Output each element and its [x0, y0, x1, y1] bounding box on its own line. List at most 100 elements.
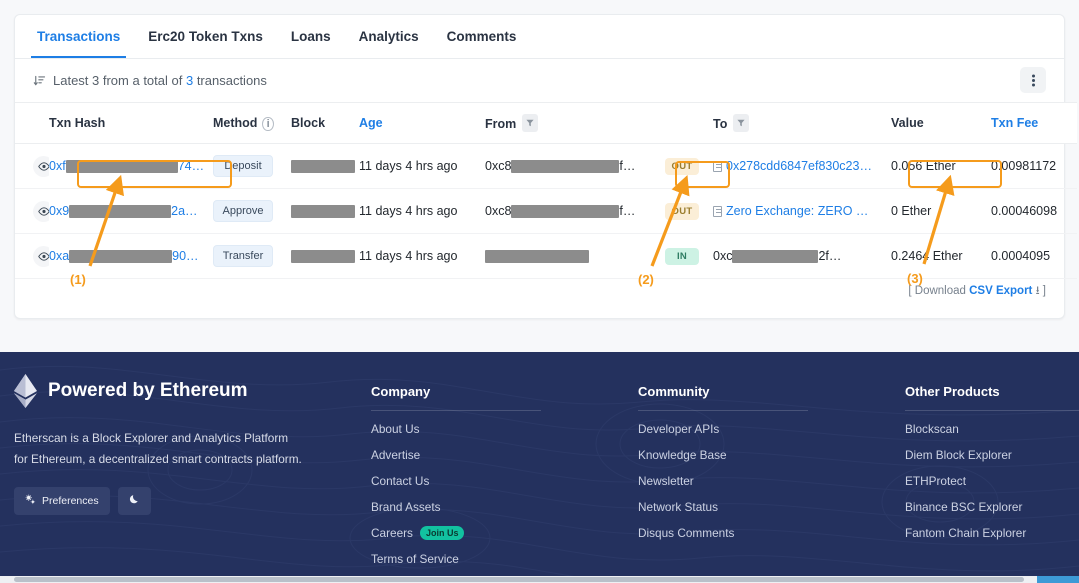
redacted-block — [485, 250, 589, 264]
txn-hash-suffix[interactable]: 90… — [172, 249, 198, 263]
method-cell: Deposit — [213, 143, 291, 189]
column-header-value: Value — [891, 102, 991, 144]
footer-link[interactable]: Contact Us — [371, 468, 541, 494]
footer-link[interactable]: Developer APIs — [638, 416, 808, 442]
redacted-block — [69, 205, 172, 219]
eye-icon[interactable] — [33, 245, 49, 267]
footer-link-label: Knowledge Base — [638, 448, 727, 462]
download-prefix: Download — [914, 285, 970, 297]
footer-column-title: Community — [638, 384, 808, 411]
txn-hash-cell[interactable]: 0xa 90… — [49, 233, 213, 279]
tab-transactions[interactable]: Transactions — [23, 17, 134, 58]
txn-hash-prefix[interactable]: 0xf — [49, 159, 66, 173]
to-address-text[interactable]: 0x278cdd6847ef830c23… — [726, 159, 872, 173]
filter-icon[interactable] — [522, 114, 539, 132]
footer-link-label: Contact Us — [371, 474, 430, 488]
footer-link[interactable]: About Us — [371, 416, 541, 442]
tab-loans[interactable]: Loans — [277, 17, 345, 57]
column-header-from: From — [485, 102, 665, 144]
direction-cell: OUT — [665, 188, 713, 234]
from-prefix: 0xc8 — [485, 203, 512, 218]
method-cell: Approve — [213, 188, 291, 234]
redacted-block — [65, 160, 178, 174]
direction-badge: OUT — [665, 157, 699, 175]
kebab-menu-icon[interactable] — [1020, 67, 1046, 93]
footer-link[interactable]: Disqus Comments — [638, 520, 808, 546]
column-header-label: From — [485, 117, 517, 131]
txn-fee-cell: 0.00046098 — [991, 188, 1077, 234]
footer-link[interactable]: Network Status — [638, 494, 808, 520]
horizontal-scrollbar[interactable] — [0, 576, 1079, 583]
txn-hash-cell[interactable]: 0xf 74… — [49, 143, 213, 189]
from-prefix: 0xc8 — [485, 158, 512, 173]
age-cell: 11 days 4 hrs ago — [359, 233, 485, 279]
redacted-block — [291, 205, 355, 219]
footer-link-label: Careers — [371, 526, 413, 540]
footer-link-label: Blockscan — [905, 422, 959, 436]
eye-icon[interactable] — [33, 200, 49, 222]
to-address-cell[interactable]: Zero Exchange: ZERO … — [713, 188, 891, 234]
direction-badge: OUT — [665, 202, 699, 220]
method-badge[interactable]: Transfer — [213, 245, 273, 267]
from-suffix: f… — [619, 158, 636, 173]
method-badge[interactable]: Approve — [213, 200, 273, 222]
footer-link[interactable]: Terms of Service — [371, 546, 541, 572]
txn-hash-suffix[interactable]: 74… — [178, 159, 204, 173]
to-address-text[interactable]: Zero Exchange: ZERO … — [726, 204, 868, 218]
sort-descending-icon — [33, 74, 46, 87]
txn-hash-prefix[interactable]: 0x9 — [49, 204, 69, 218]
redacted-block — [511, 160, 620, 174]
transactions-table: Txn Hash Method i Block Age From To Value Txn Fe… — [15, 102, 1077, 279]
column-header-dir — [665, 102, 713, 144]
footer-link[interactable]: ETHProtect — [905, 468, 1079, 494]
footer-link-label: Terms of Service — [371, 552, 459, 566]
tab-comments[interactable]: Comments — [433, 17, 531, 57]
method-badge[interactable]: Deposit — [213, 155, 273, 177]
age-cell: 11 days 4 hrs ago — [359, 188, 485, 234]
txn-hash-cell[interactable]: 0x9 2a… — [49, 188, 213, 234]
footer-link[interactable]: Knowledge Base — [638, 442, 808, 468]
download-icon: ⭳ — [1032, 285, 1040, 297]
direction-cell: IN — [665, 233, 713, 279]
join-us-badge[interactable]: Join Us — [419, 526, 465, 540]
to-address-cell[interactable]: 0x278cdd6847ef830c23… — [713, 143, 891, 189]
footer-link[interactable]: Binance BSC Explorer — [905, 494, 1079, 520]
footer-link-list: Developer APIs Knowledge Base Newsletter Ne… — [638, 416, 808, 546]
block-cell — [291, 233, 359, 279]
contract-document-icon — [713, 161, 722, 172]
footer-link-label: Disqus Comments — [638, 526, 735, 540]
preferences-button[interactable]: Preferences — [14, 487, 110, 516]
contract-document-icon — [713, 206, 722, 217]
column-header-age[interactable]: Age — [359, 102, 485, 144]
footer-link[interactable]: Fantom Chain Explorer — [905, 520, 1079, 546]
txn-hash-prefix[interactable]: 0xa — [49, 249, 69, 263]
footer-link[interactable]: Advertise — [371, 442, 541, 468]
info-icon[interactable]: i — [262, 117, 274, 131]
value-cell: 0 Ether — [891, 188, 991, 234]
ethereum-logo-icon — [14, 374, 37, 408]
column-header-label: Block — [291, 116, 326, 130]
download-close-bracket: ] — [1039, 285, 1046, 297]
settings-gears-icon — [25, 494, 36, 508]
footer-link[interactable]: Diem Block Explorer — [905, 442, 1079, 468]
footer-link[interactable]: Newsletter — [638, 468, 808, 494]
direction-cell: OUT — [665, 143, 713, 189]
footer-link[interactable]: Blockscan — [905, 416, 1079, 442]
footer-link-label: ETHProtect — [905, 474, 966, 488]
dark-mode-toggle[interactable] — [117, 487, 151, 516]
txn-hash-suffix[interactable]: 2a… — [171, 204, 197, 218]
footer-link[interactable]: Brand Assets — [371, 494, 541, 520]
column-header-eye — [15, 102, 49, 144]
column-header-fee[interactable]: Txn Fee — [991, 102, 1077, 144]
csv-export-link[interactable]: CSV Export — [969, 285, 1032, 297]
footer-link[interactable]: Careers Join Us — [371, 520, 541, 546]
column-header-label: Age — [359, 116, 383, 130]
footer-link-label: Developer APIs — [638, 422, 720, 436]
eye-icon[interactable] — [33, 155, 49, 177]
tab-analytics[interactable]: Analytics — [345, 17, 433, 57]
filter-icon[interactable] — [733, 114, 750, 132]
column-header-label: Method — [213, 116, 258, 130]
scrollbar-thumb[interactable] — [14, 577, 1024, 582]
tab-erc20-token-txns[interactable]: Erc20 Token Txns — [134, 17, 277, 57]
redacted-block — [291, 250, 355, 264]
